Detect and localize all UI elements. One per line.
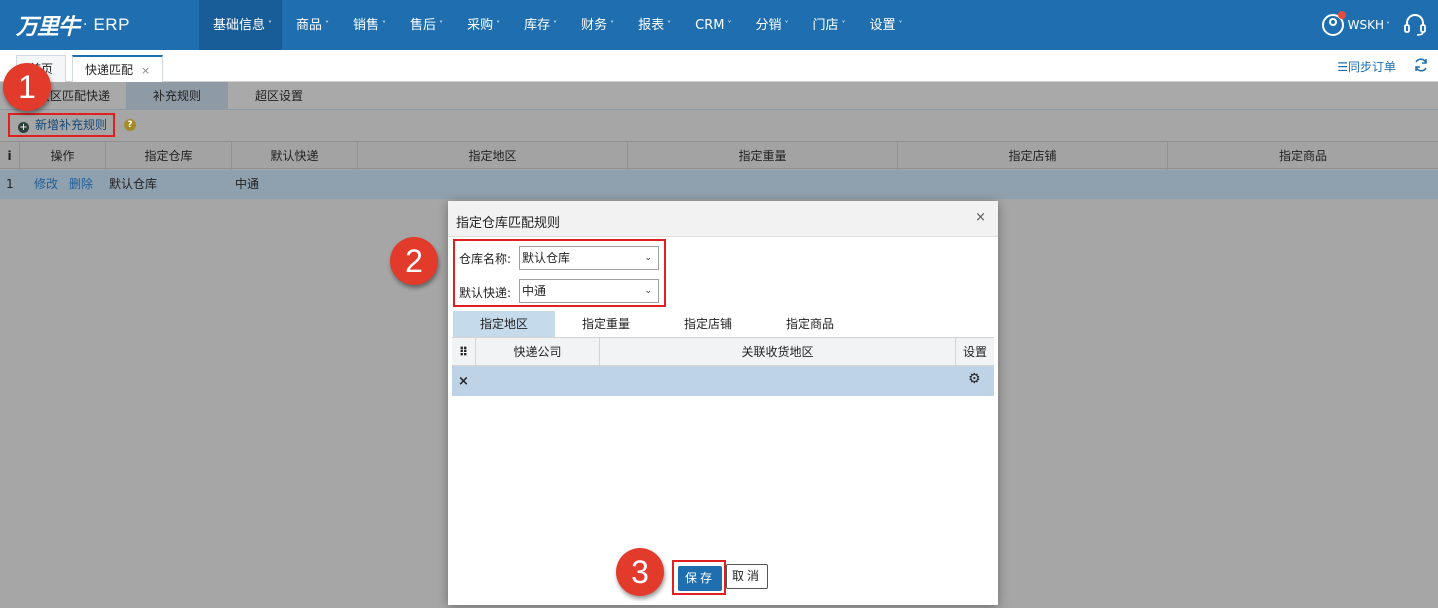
step-marker-3: 3 bbox=[616, 548, 664, 596]
menu-item-goods[interactable]: 商品 ˅ bbox=[282, 0, 339, 50]
subtab-out-of-area[interactable]: 超区设置 bbox=[228, 82, 330, 110]
warehouse-label: 仓库名称: bbox=[459, 252, 512, 266]
menu-item-inventory[interactable]: 库存 ˅ bbox=[510, 0, 567, 50]
logo-erp: ERP bbox=[93, 15, 130, 34]
chevron-down-icon: ˅ bbox=[784, 20, 789, 29]
chevron-down-icon: ˅ bbox=[610, 20, 615, 29]
chevron-down-icon: ˅ bbox=[727, 20, 732, 29]
chevron-down-icon: ˅ bbox=[553, 20, 558, 29]
chevron-down-icon: ˅ bbox=[268, 20, 273, 29]
row-warehouse: 默认仓库 bbox=[109, 177, 158, 191]
chevron-down-icon: ˅ bbox=[841, 20, 846, 29]
tab-region[interactable]: 指定地区 bbox=[453, 311, 555, 337]
chevron-down-icon: ⌄ bbox=[644, 286, 652, 296]
tab-weight[interactable]: 指定重量 bbox=[555, 311, 657, 337]
headset-icon[interactable] bbox=[1404, 13, 1426, 37]
delete-row-icon[interactable]: × bbox=[458, 374, 469, 389]
gear-icon[interactable]: ⚙ bbox=[968, 371, 981, 387]
dialog-tabs: 指定地区 指定重量 指定店铺 指定商品 bbox=[453, 311, 993, 337]
tab-shop[interactable]: 指定店铺 bbox=[657, 311, 759, 337]
tab-express-match[interactable]: 快递匹配 × bbox=[72, 55, 164, 82]
region-table: ⠿ 快递公司 关联收货地区 设置 × ⚙ bbox=[452, 337, 994, 397]
menu-item-basic-info[interactable]: 基础信息 ˅ bbox=[199, 0, 283, 50]
edit-link[interactable]: 修改 bbox=[34, 170, 64, 199]
tab-goods[interactable]: 指定商品 bbox=[759, 311, 861, 337]
cancel-button[interactable]: 取消 bbox=[726, 564, 768, 589]
chevron-down-icon: ˅ bbox=[667, 20, 672, 29]
table-row[interactable]: 1 修改 删除 默认仓库 中通 bbox=[0, 170, 1438, 199]
logo-brand: 万里牛 bbox=[16, 14, 80, 40]
express-label: 默认快递: bbox=[459, 286, 512, 300]
add-supplement-rule-button[interactable]: + 新增补充规则 bbox=[8, 113, 116, 137]
help-icon[interactable]: ? bbox=[124, 119, 136, 131]
chevron-down-icon: ˅ bbox=[496, 20, 501, 29]
table-row[interactable]: × ⚙ bbox=[452, 366, 994, 396]
menu-item-sales[interactable]: 销售 ˅ bbox=[339, 0, 396, 50]
subtab-supplement-rules[interactable]: 补充规则 bbox=[126, 82, 228, 110]
menu-item-distribution[interactable]: 分销 ˅ bbox=[741, 0, 798, 50]
col-settings: 设置 bbox=[962, 345, 987, 359]
form-highlight: 仓库名称: 默认仓库 ⌄ 默认快递: 中通 ⌄ bbox=[453, 239, 666, 307]
region-table-header: ⠿ 快递公司 关联收货地区 设置 bbox=[452, 338, 994, 366]
main-menu: 基础信息 ˅ 商品 ˅ 销售 ˅ 售后 ˅ 采购 ˅ 库存 ˅ 财务 ˅ 报表 ˅ CRM ˅ 分… bbox=[199, 0, 913, 50]
save-highlight: 保存 bbox=[672, 560, 726, 595]
menu-item-store[interactable]: 门店 ˅ bbox=[798, 0, 855, 50]
menu-item-reports[interactable]: 报表 ˅ bbox=[624, 0, 681, 50]
col-actions: 操作 bbox=[20, 142, 106, 170]
row-index: 1 bbox=[6, 177, 14, 191]
chevron-down-icon: ˅ bbox=[1386, 20, 1390, 30]
col-linked-region: 关联收货地区 bbox=[600, 338, 956, 366]
col-warehouse: 指定仓库 bbox=[106, 142, 232, 170]
close-icon[interactable]: × bbox=[975, 210, 986, 225]
delete-link[interactable]: 删除 bbox=[69, 170, 99, 199]
warehouse-select[interactable]: 默认仓库 ⌄ bbox=[519, 246, 659, 270]
toolbar: + 新增补充规则 bbox=[0, 110, 1438, 140]
sub-tabs: 按区匹配快递 补充规则 超区设置 bbox=[0, 82, 1438, 110]
plus-circle-icon: + bbox=[18, 122, 29, 133]
top-nav: 万里牛 · ERP 基础信息 ˅ 商品 ˅ 销售 ˅ 售后 ˅ 采购 ˅ 库存 ˅ 财务 ˅ … bbox=[0, 0, 1438, 50]
sync-orders-link[interactable]: ☰同步订单 bbox=[1337, 58, 1396, 75]
step-marker-2: 2 bbox=[390, 237, 438, 285]
warehouse-rule-dialog: 指定仓库匹配规则 × 仓库名称: 默认仓库 ⌄ 默认快递: 中通 ⌄ 指定地区 指定… bbox=[448, 201, 998, 605]
drag-handle-icon: ⠿ bbox=[452, 338, 476, 366]
col-weight: 指定重量 bbox=[628, 142, 898, 170]
express-select[interactable]: 中通 ⌄ bbox=[519, 279, 659, 303]
page-tabs-bar: 首页 快递匹配× bbox=[0, 50, 1438, 82]
menu-item-finance[interactable]: 财务 ˅ bbox=[567, 0, 624, 50]
col-region: 指定地区 bbox=[358, 142, 628, 170]
save-button[interactable]: 保存 bbox=[678, 566, 722, 591]
col-shop: 指定店铺 bbox=[898, 142, 1168, 170]
rules-grid: i 操作 指定仓库 默认快递 指定地区 指定重量 指定店铺 指定商品 1 修改 … bbox=[0, 141, 1438, 199]
chevron-down-icon: ˅ bbox=[382, 20, 387, 29]
dialog-title: 指定仓库匹配规则 bbox=[456, 216, 561, 231]
step-marker-1: 1 bbox=[3, 63, 51, 111]
col-index: i bbox=[0, 142, 20, 170]
chevron-down-icon: ⌄ bbox=[644, 253, 652, 263]
menu-item-purchase[interactable]: 采购 ˅ bbox=[453, 0, 510, 50]
refresh-icon[interactable] bbox=[1413, 57, 1429, 73]
menu-item-crm[interactable]: CRM ˅ bbox=[681, 0, 741, 50]
menu-item-settings[interactable]: 设置 ˅ bbox=[855, 0, 912, 50]
chevron-down-icon: ˅ bbox=[898, 20, 903, 29]
chevron-down-icon: ˅ bbox=[325, 20, 330, 29]
username: WSKH bbox=[1347, 18, 1384, 32]
dialog-header: 指定仓库匹配规则 × bbox=[448, 201, 998, 237]
close-icon[interactable]: × bbox=[141, 64, 150, 77]
user-menu[interactable]: WSKH ˅ bbox=[1321, 11, 1390, 38]
col-goods: 指定商品 bbox=[1278, 149, 1327, 163]
logo-dot: · bbox=[83, 17, 88, 33]
menu-item-after-sales[interactable]: 售后 ˅ bbox=[396, 0, 453, 50]
row-express: 中通 bbox=[235, 177, 260, 191]
grid-header: i 操作 指定仓库 默认快递 指定地区 指定重量 指定店铺 指定商品 bbox=[0, 141, 1438, 170]
logo[interactable]: 万里牛 · ERP bbox=[16, 8, 130, 42]
chevron-down-icon: ˅ bbox=[439, 20, 444, 29]
user-avatar-icon bbox=[1321, 11, 1346, 36]
col-express-company: 快递公司 bbox=[476, 338, 600, 366]
col-default-express: 默认快递 bbox=[232, 142, 358, 170]
